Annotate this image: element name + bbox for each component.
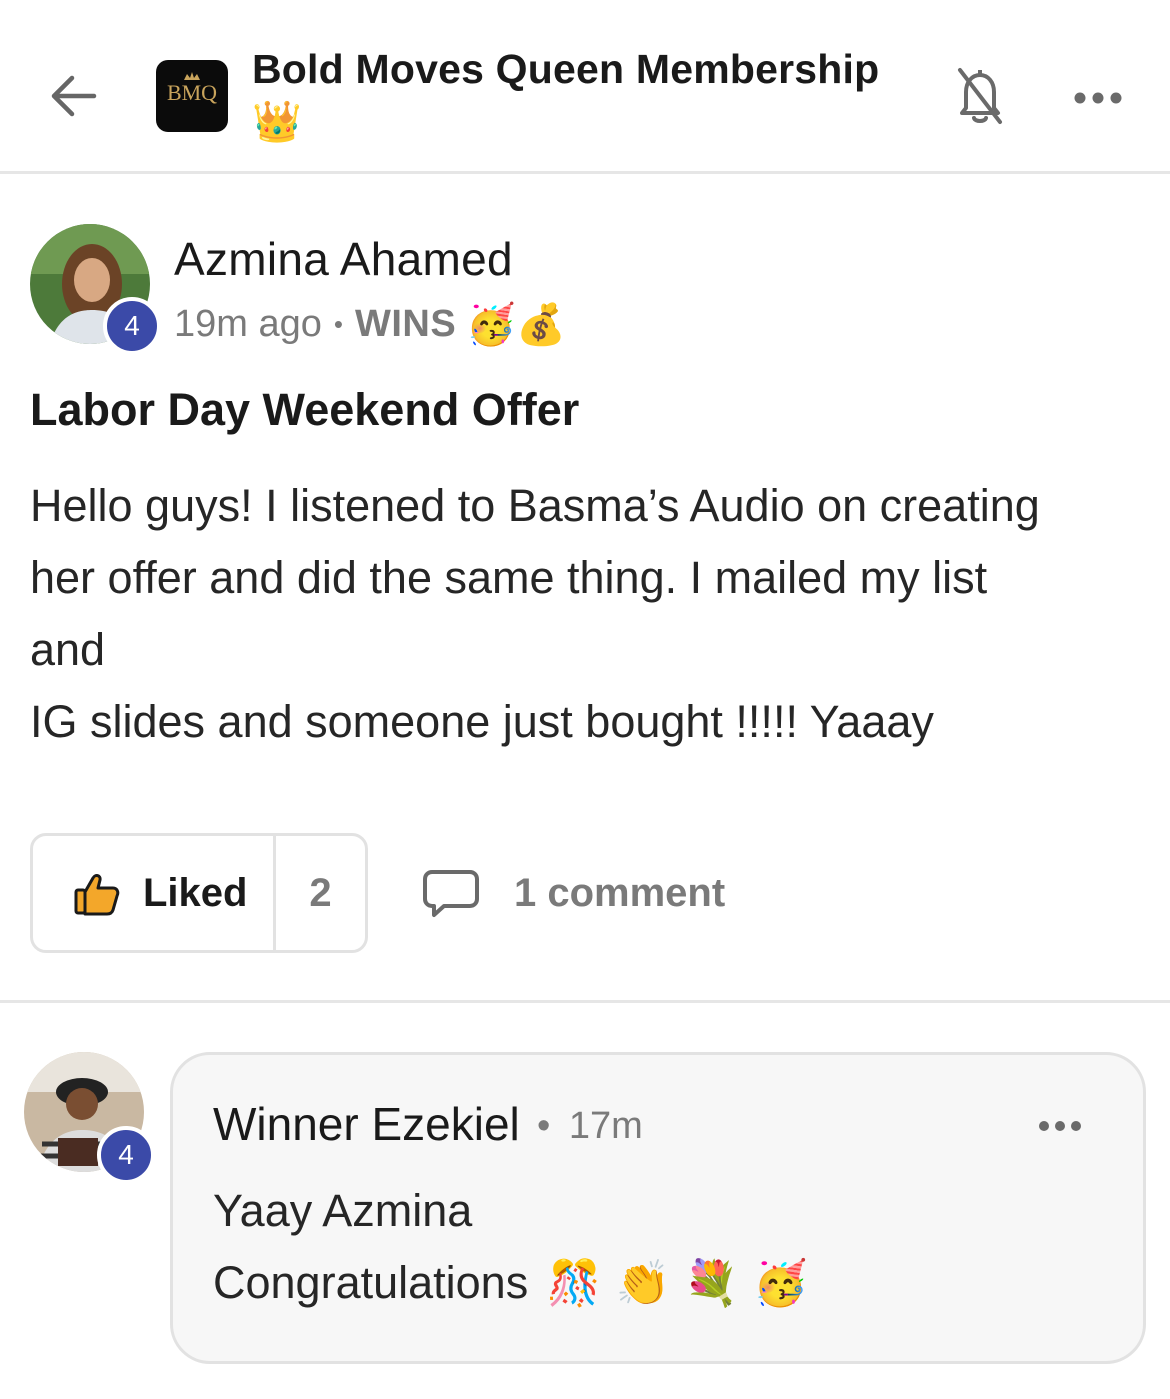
level-badge: 4 [97, 1126, 155, 1184]
divider [0, 1000, 1170, 1003]
crown-emoji: 👑 [252, 100, 302, 144]
post-category[interactable]: WINS [355, 303, 456, 346]
like-label: Liked [143, 870, 248, 915]
more-horizontal-icon [1074, 92, 1122, 104]
category-emojis: 🥳💰 [466, 302, 566, 347]
commenter-name[interactable]: Winner Ezekiel [213, 1097, 520, 1151]
notifications-button[interactable] [950, 62, 1010, 128]
post-time: 19m ago [174, 302, 322, 345]
comment-more-button[interactable] [1035, 1111, 1085, 1141]
post-body-line: and [30, 624, 106, 675]
author-name[interactable]: Azmina Ahamed [174, 232, 513, 286]
post-body-line: Hello guys! I listened to Basma’s Audio … [30, 480, 1040, 531]
more-options-button[interactable] [1068, 78, 1128, 118]
post-body-line: her offer and did the same thing. I mail… [30, 552, 988, 603]
comment-bubble: Winner Ezekiel • 17m Yaay Azmina Congrat… [170, 1052, 1146, 1364]
post-body: Hello guys! I listened to Basma’s Audio … [30, 470, 1140, 758]
comment-count-label: 1 comment [514, 870, 726, 915]
comment-line: Yaay Azmina [213, 1185, 473, 1236]
comment-text: Yaay Azmina Congratulations 🎊👏💐🥳 [213, 1175, 822, 1320]
more-horizontal-icon [1039, 1121, 1081, 1131]
comment-button[interactable]: 1 comment [422, 860, 725, 926]
logo-text: BMQ [166, 80, 218, 105]
group-title[interactable]: Bold Moves Queen Membership [252, 46, 879, 93]
level-badge: 4 [103, 297, 161, 355]
post-body-line: IG slides and someone just bought !!!!! … [30, 696, 934, 747]
meta-separator: • [537, 1105, 551, 1147]
post-title: Labor Day Weekend Offer [30, 384, 580, 435]
group-header: BMQ Bold Moves Queen Membership 👑 [0, 0, 1170, 174]
comment-bubble-icon [423, 870, 479, 917]
comment-time: 17m [568, 1105, 643, 1147]
like-button[interactable]: Liked [33, 836, 276, 950]
like-group: Liked 2 [30, 833, 368, 953]
back-button[interactable] [44, 66, 104, 126]
post-meta: 19m ago • WINS 🥳💰 [174, 298, 566, 350]
comment-line-text: Congratulations [213, 1257, 529, 1308]
bell-off-icon [958, 68, 1002, 124]
comment-emojis: 🎊👏💐🥳 [546, 1259, 822, 1308]
group-logo[interactable]: BMQ [156, 60, 228, 132]
comment-meta: • 17m [537, 1105, 643, 1148]
comment-line: Congratulations 🎊👏💐🥳 [213, 1247, 822, 1320]
thumbs-up-icon [74, 874, 120, 916]
like-count[interactable]: 2 [276, 836, 365, 950]
meta-separator: • [333, 308, 343, 339]
back-arrow-icon [51, 75, 97, 117]
